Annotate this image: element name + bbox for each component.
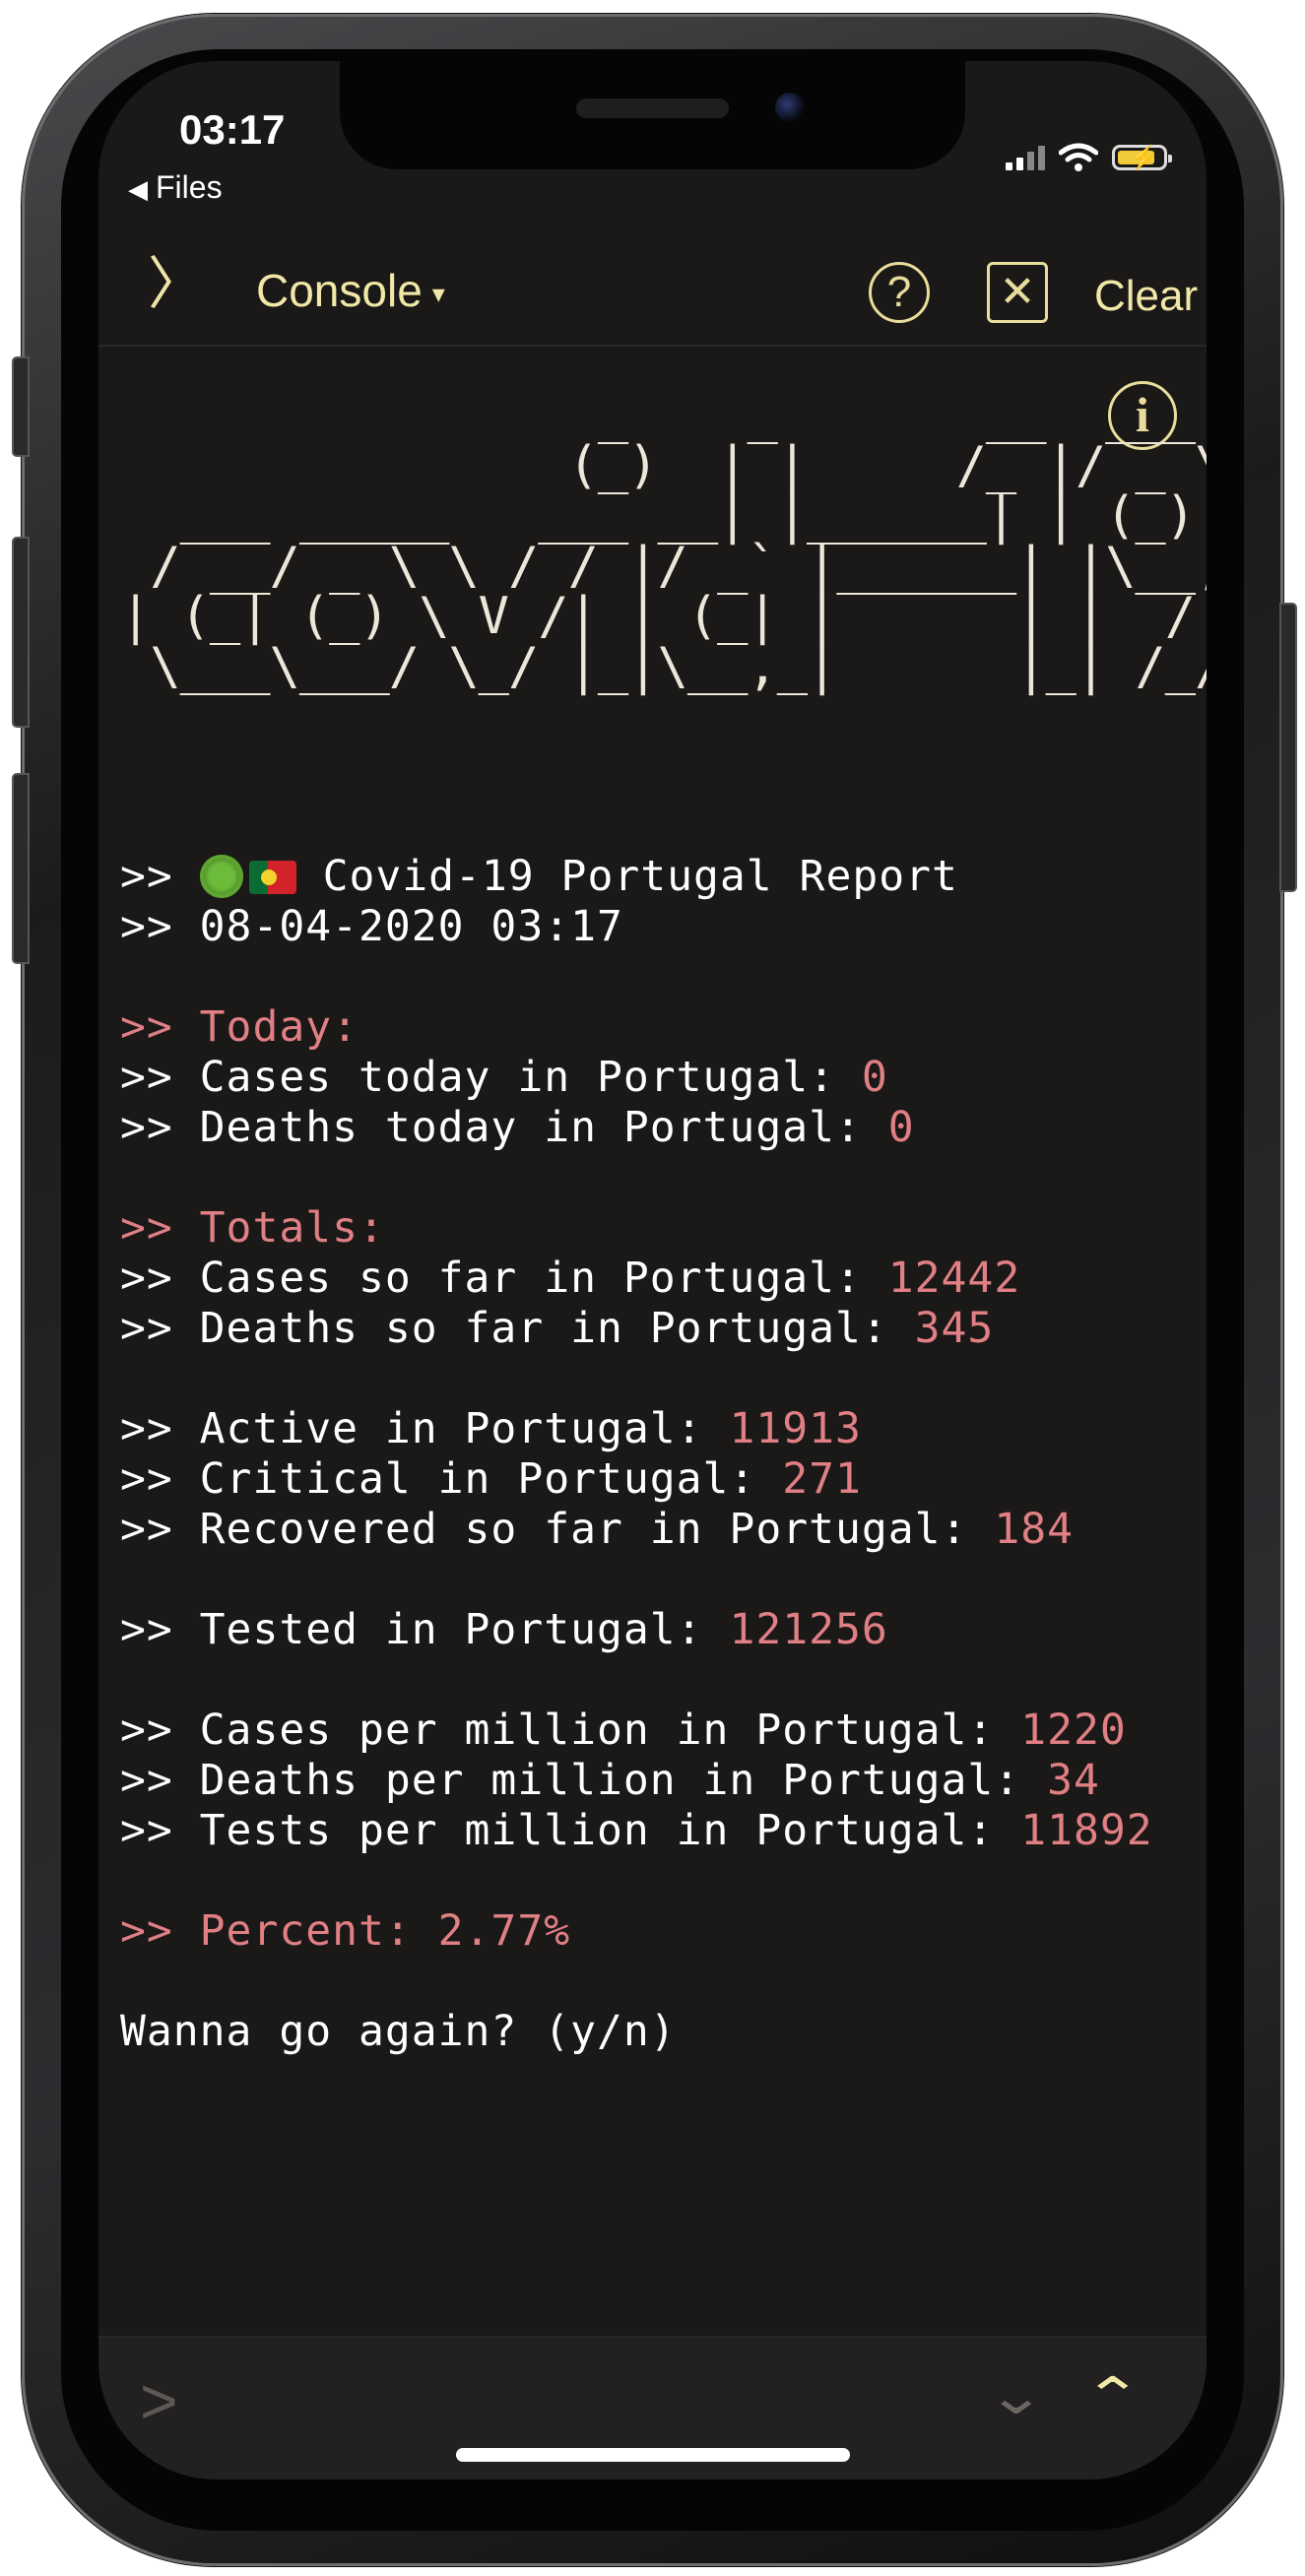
deaths-today-value: 0: [887, 1103, 915, 1152]
totals-header: >> Totals:: [120, 1203, 385, 1253]
critical-line: >> Critical in Portugal: 271: [120, 1454, 862, 1504]
report-datetime: >> 08-04-2020 03:17: [120, 902, 623, 951]
chevron-down-icon[interactable]: ⌄: [986, 2367, 1046, 2426]
report-title: Covid-19 Portugal Report: [322, 852, 958, 901]
wifi-icon: [1059, 143, 1098, 171]
critical-value: 271: [782, 1454, 862, 1504]
tested-line: >> Tested in Portugal: 121256: [120, 1605, 888, 1654]
cases-total-line: >> Cases so far in Portugal: 12442: [120, 1254, 1021, 1303]
deaths-per-million-value: 34: [1047, 1756, 1100, 1805]
prompt-line: Wanna go again? (y/n): [120, 2007, 677, 2056]
recovered-value: 184: [994, 1505, 1074, 1554]
volume-down-button: [12, 773, 30, 964]
home-indicator[interactable]: [456, 2448, 850, 2462]
cases-per-million-line: >> Cases per million in Portugal: 1220: [120, 1706, 1127, 1755]
help-icon[interactable]: ?: [869, 262, 930, 323]
console-title-label: Console: [256, 265, 423, 316]
status-time: 03:17: [179, 106, 286, 153]
dropdown-caret-icon: ▾: [431, 279, 445, 309]
cases-today-value: 0: [861, 1053, 888, 1102]
deaths-today-line: >> Deaths today in Portugal: 0: [120, 1103, 915, 1152]
screen: 03:17 ◀ Files ⚡ 〉 Console ▾ ? ✕ Clear i _ …: [98, 61, 1207, 2479]
active-value: 11913: [729, 1404, 862, 1453]
console-output: _ _ __ ___ (_) | | /_ |/ _ \ ___ _____ _…: [120, 386, 1207, 2056]
tests-per-million-value: 11892: [1020, 1806, 1153, 1855]
prompt-chevron-icon[interactable]: >: [140, 2363, 178, 2438]
deaths-total-line: >> Deaths so far in Portugal: 345: [120, 1304, 995, 1353]
notch: [340, 61, 965, 169]
virus-emoji-icon: [199, 855, 243, 898]
report-title-line: >> Covid-19 Portugal Report: [120, 852, 958, 901]
tests-per-million-line: >> Tests per million in Portugal: 11892: [120, 1806, 1153, 1855]
deaths-total-value: 345: [914, 1304, 995, 1353]
cases-per-million-value: 1220: [1020, 1706, 1127, 1755]
console-toolbar: 〉 Console ▾ ? ✕ Clear: [98, 228, 1207, 347]
deaths-per-million-line: >> Deaths per million in Portugal: 34: [120, 1756, 1100, 1805]
back-triangle-icon: ◀: [128, 174, 148, 204]
percent-line: >> Percent: 2.77%: [120, 1906, 571, 1956]
battery-charging-icon: ⚡: [1112, 145, 1172, 171]
tested-value: 121256: [729, 1605, 888, 1654]
volume-up-button: [12, 537, 30, 728]
status-icons: ⚡: [1006, 138, 1172, 177]
back-to-files-link[interactable]: ◀ Files: [128, 169, 223, 206]
console-menu-button[interactable]: Console ▾: [256, 264, 445, 317]
report-lines: >> Covid-19 Portugal Report >> 08-04-202…: [120, 852, 1153, 2057]
active-line: >> Active in Portugal: 11913: [120, 1404, 862, 1453]
today-header: >> Today:: [120, 1002, 359, 1052]
chevron-right-icon[interactable]: 〉: [148, 256, 205, 313]
cases-total-value: 12442: [887, 1254, 1021, 1303]
clear-button[interactable]: Clear: [1094, 272, 1198, 321]
ascii-banner: _ _ __ ___ (_) | | /_ |/ _ \ ___ _____ _…: [120, 386, 1207, 696]
mute-switch: [12, 356, 30, 457]
portugal-flag-icon: [248, 861, 296, 894]
front-camera: [775, 93, 805, 122]
recovered-line: >> Recovered so far in Portugal: 184: [120, 1505, 1074, 1554]
chevron-up-icon[interactable]: ⌃: [1082, 2367, 1142, 2426]
close-square-icon[interactable]: ✕: [987, 262, 1048, 323]
power-button: [1279, 603, 1297, 892]
cases-today-line: >> Cases today in Portugal: 0: [120, 1053, 888, 1102]
cellular-signal-icon: [1006, 145, 1045, 170]
speaker-grille: [576, 98, 729, 118]
back-label: Files: [156, 169, 223, 205]
